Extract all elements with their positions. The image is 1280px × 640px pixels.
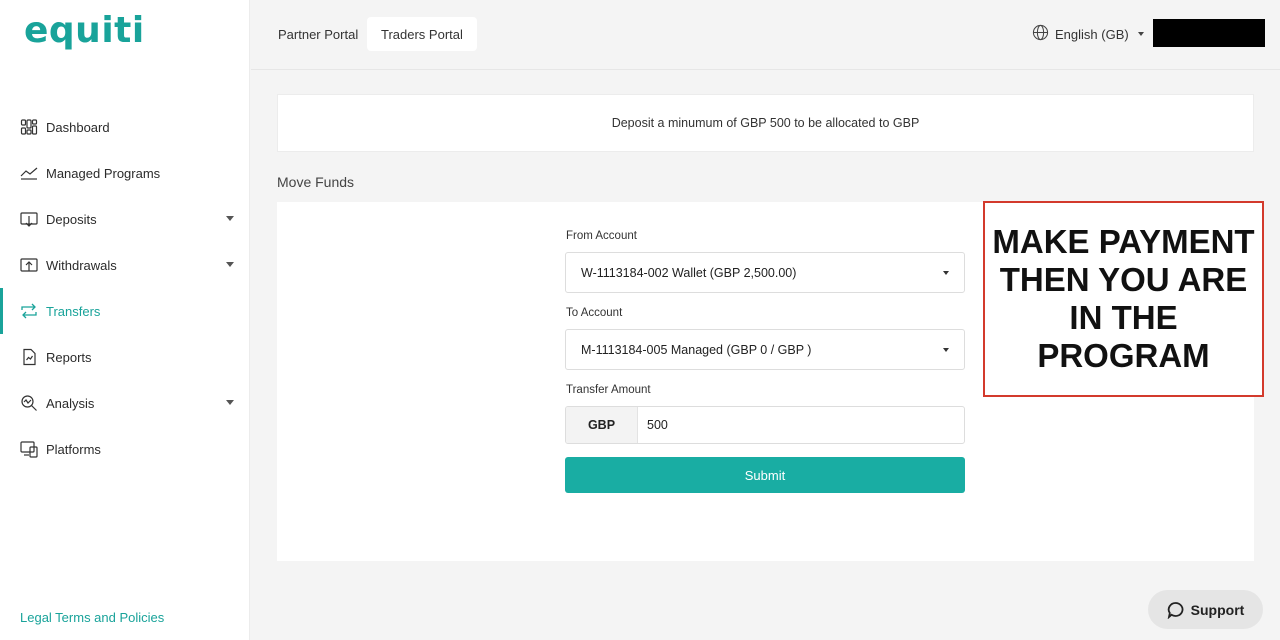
transfer-amount-label: Transfer Amount [566, 384, 651, 396]
equiti-logo[interactable]: equiti [24, 10, 145, 51]
top-bar: Partner Portal Traders Portal English (G… [251, 0, 1280, 70]
sidebar-item-label: Managed Programs [46, 165, 161, 181]
platforms-icon [20, 440, 38, 458]
sidebar-item-withdrawals[interactable]: Withdrawals [0, 242, 250, 288]
to-account-select[interactable]: M-1113184-005 Managed (GBP 0 / GBP ) [565, 329, 965, 370]
trend-line-icon [20, 164, 38, 182]
chevron-down-icon [226, 400, 234, 405]
deposit-notice: Deposit a minumum of GBP 500 to be alloc… [277, 94, 1254, 152]
support-button[interactable]: Support [1148, 590, 1263, 629]
deposit-icon [20, 210, 38, 228]
tab-traders-portal[interactable]: Traders Portal [367, 17, 477, 51]
callout-text: MAKE PAYMENT THEN YOU ARE IN THE PROGRAM [992, 223, 1255, 374]
payment-callout: MAKE PAYMENT THEN YOU ARE IN THE PROGRAM [983, 201, 1264, 397]
sidebar-item-label: Dashboard [46, 119, 110, 135]
sidebar-item-label: Analysis [46, 395, 95, 411]
chevron-down-icon [1137, 32, 1144, 36]
sidebar-item-label: Platforms [46, 441, 101, 457]
sidebar-item-label: Transfers [46, 303, 101, 319]
from-account-label: From Account [566, 230, 637, 242]
sidebar-item-deposits[interactable]: Deposits [0, 196, 250, 242]
sidebar: equiti Dashboard Managed Programs Deposi… [0, 0, 250, 640]
language-label: English (GB) [1055, 26, 1129, 42]
page-title: Move Funds [277, 174, 355, 190]
from-account-select[interactable]: W-1113184-002 Wallet (GBP 2,500.00) [565, 252, 965, 293]
sidebar-item-platforms[interactable]: Platforms [0, 426, 250, 472]
legal-terms-link[interactable]: Legal Terms and Policies [20, 610, 164, 625]
currency-addon: GBP [566, 407, 638, 443]
tab-partner-portal[interactable]: Partner Portal [264, 17, 372, 51]
sidebar-item-dashboard[interactable]: Dashboard [0, 104, 250, 150]
from-account-value: W-1113184-002 Wallet (GBP 2,500.00) [581, 265, 797, 280]
sidebar-item-label: Reports [46, 349, 92, 365]
sidebar-nav: Dashboard Managed Programs Deposits With… [0, 104, 250, 472]
sidebar-item-label: Withdrawals [46, 257, 117, 273]
sidebar-item-analysis[interactable]: Analysis [0, 380, 250, 426]
withdraw-icon [20, 256, 38, 274]
support-label: Support [1190, 601, 1245, 618]
report-icon [20, 348, 38, 366]
chevron-down-icon [226, 216, 234, 221]
sidebar-item-reports[interactable]: Reports [0, 334, 250, 380]
submit-button[interactable]: Submit [565, 457, 965, 493]
transfer-amount-input[interactable]: 500 [638, 407, 964, 443]
sidebar-item-managed-programs[interactable]: Managed Programs [0, 150, 250, 196]
chevron-down-icon [226, 262, 234, 267]
chevron-down-icon [943, 271, 949, 275]
sidebar-item-transfers[interactable]: Transfers [0, 288, 250, 334]
transfer-icon [20, 302, 38, 320]
transfer-amount-group: GBP 500 [565, 406, 965, 444]
chat-bubble-icon [1167, 601, 1185, 619]
redacted-user-block[interactable] [1153, 19, 1265, 47]
chevron-down-icon [943, 348, 949, 352]
globe-icon [1032, 24, 1049, 44]
analysis-icon [20, 394, 38, 412]
to-account-label: To Account [566, 307, 623, 319]
sidebar-item-label: Deposits [46, 211, 97, 227]
to-account-value: M-1113184-005 Managed (GBP 0 / GBP ) [581, 342, 812, 357]
language-selector[interactable]: English (GB) [1032, 24, 1144, 44]
dashboard-icon [20, 118, 38, 136]
